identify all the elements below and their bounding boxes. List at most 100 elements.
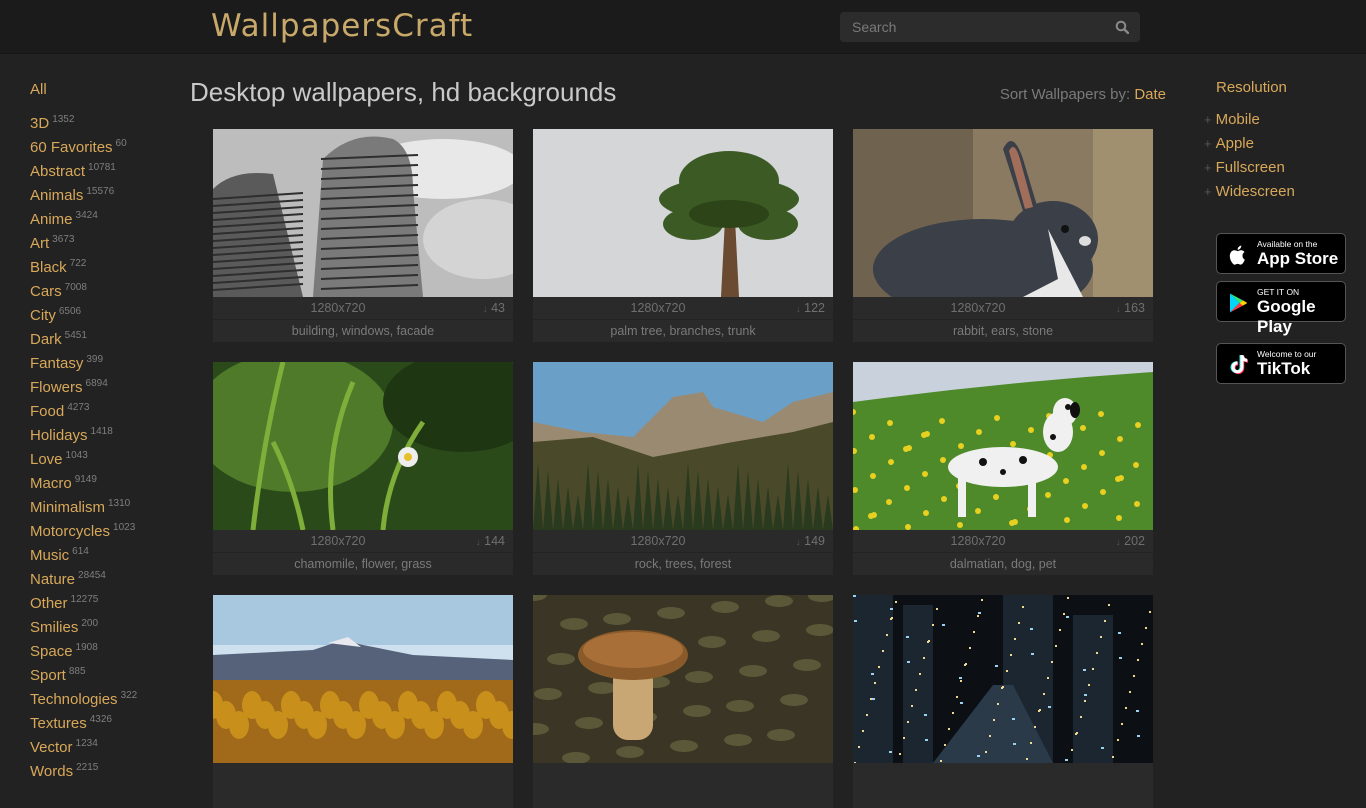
site-logo[interactable]: WallpapersCraft	[211, 6, 473, 46]
category-link-minimalism[interactable]: Minimalism 1310	[30, 492, 180, 516]
wallpaper-card[interactable]: 1280x720 ↓ 149 rock, trees, forest	[533, 362, 833, 575]
wallpaper-thumbnail-autumn[interactable]	[213, 595, 513, 763]
app-store-big-text: App Store	[1257, 249, 1339, 268]
wallpaper-card[interactable]: 1280x720 ↓ 122 palm tree, branches, trunk	[533, 129, 833, 342]
category-link-flowers[interactable]: Flowers 6894	[30, 372, 180, 396]
category-link-macro[interactable]: Macro 9149	[30, 468, 180, 492]
wallpaper-tags[interactable]: rock, trees, forest	[533, 553, 833, 575]
category-link-dark[interactable]: Dark 5451	[30, 324, 180, 348]
resolution-link-widescreen[interactable]: + Widescreen	[1204, 180, 1354, 204]
wallpaper-thumbnail-building[interactable]	[213, 129, 513, 297]
category-link-anime[interactable]: Anime 3424	[30, 204, 180, 228]
resolution-link-fullscreen[interactable]: + Fullscreen	[1204, 156, 1354, 180]
category-link-all[interactable]: All	[30, 78, 180, 102]
category-link-love[interactable]: Love 1043	[30, 444, 180, 468]
category-link-sport[interactable]: Sport 885	[30, 660, 180, 684]
download-count-value: 202	[1124, 534, 1145, 548]
category-count: 1310	[108, 498, 131, 509]
category-name: Dark	[30, 331, 62, 348]
category-link-city[interactable]: City 6506	[30, 300, 180, 324]
wallpaper-card[interactable]: 1280x720 ↓ 163 rabbit, ears, stone	[853, 129, 1153, 342]
download-count-value: 122	[804, 301, 825, 315]
wallpaper-card[interactable]	[853, 595, 1153, 808]
sort-value-link[interactable]: Date	[1134, 86, 1166, 103]
wallpaper-card[interactable]: 1280x720 ↓ 43 building, windows, facade	[213, 129, 513, 342]
category-link-space[interactable]: Space 1908	[30, 636, 180, 660]
category-link-fantasy[interactable]: Fantasy 399	[30, 348, 180, 372]
category-count: 614	[72, 546, 89, 557]
category-link-textures[interactable]: Textures 4326	[30, 708, 180, 732]
category-count: 3673	[52, 234, 75, 245]
wallpaper-tags[interactable]: dalmatian, dog, pet	[853, 553, 1153, 575]
wallpaper-tags[interactable]: rabbit, ears, stone	[853, 320, 1153, 342]
wallpaper-card[interactable]: 1280x720 ↓ 202 dalmatian, dog, pet	[853, 362, 1153, 575]
resolution-link-apple[interactable]: + Apple	[1204, 132, 1354, 156]
wallpaper-card[interactable]	[213, 595, 513, 808]
download-count: ↓ 144	[476, 530, 505, 554]
category-link-nature[interactable]: Nature 28454	[30, 564, 180, 588]
category-link-smilies[interactable]: Smilies 200	[30, 612, 180, 636]
wallpaper-thumbnail-palm[interactable]	[533, 129, 833, 297]
header: WallpapersCraft	[0, 0, 1366, 54]
tiktok-big-text: TikTok	[1257, 359, 1311, 378]
app-store-button[interactable]: Available on the App Store	[1216, 233, 1346, 274]
category-link-cars[interactable]: Cars 7008	[30, 276, 180, 300]
wallpaper-info-row: 1280x720 ↓ 144	[213, 530, 513, 553]
category-link-motorcycles[interactable]: Motorcycles 1023	[30, 516, 180, 540]
category-link-art[interactable]: Art 3673	[30, 228, 180, 252]
category-count: 1352	[52, 114, 75, 125]
wallpaper-tags[interactable]: chamomile, flower, grass	[213, 553, 513, 575]
wallpaper-thumbnail-mushroom[interactable]	[533, 595, 833, 763]
wallpaper-info-row: 1280x720 ↓ 202	[853, 530, 1153, 553]
category-link-food[interactable]: Food 4273	[30, 396, 180, 420]
category-count: 885	[68, 666, 86, 677]
tiktok-button[interactable]: Welcome to our TikTok	[1216, 343, 1346, 384]
google-play-button[interactable]: GET IT ON Google Play	[1216, 281, 1346, 336]
resolution-link-label: Apple	[1215, 135, 1254, 152]
wallpaper-card[interactable]	[533, 595, 833, 808]
category-link-holidays[interactable]: Holidays 1418	[30, 420, 180, 444]
category-name: Cars	[30, 283, 62, 300]
page-title: Desktop wallpapers, hd backgrounds	[190, 77, 617, 107]
category-count: 1023	[113, 522, 136, 533]
category-link-black[interactable]: Black 722	[30, 252, 180, 276]
category-link-60-favorites[interactable]: 60 Favorites 60	[30, 132, 180, 156]
category-link-other[interactable]: Other 12275	[30, 588, 180, 612]
wallpaper-resolution: 1280x720	[310, 301, 366, 315]
resolution-link-label: Mobile	[1215, 111, 1260, 128]
category-name: Minimalism	[30, 499, 105, 516]
download-count: ↓ 163	[1116, 297, 1145, 321]
resolution-sidebar: Resolution + Mobile + Apple + Fullscreen + Wide…	[1204, 78, 1354, 204]
wallpaper-info-row: 1280x720 ↓ 43	[213, 297, 513, 320]
category-link-technologies[interactable]: Technologies 322	[30, 684, 180, 708]
category-count: 12275	[70, 594, 99, 605]
category-link-abstract[interactable]: Abstract 10781	[30, 156, 180, 180]
wallpaper-thumbnail-city[interactable]	[853, 595, 1153, 763]
wallpaper-thumbnail-dalmatian[interactable]	[853, 362, 1153, 530]
category-count: 1043	[65, 450, 88, 461]
wallpaper-card[interactable]: 1280x720 ↓ 144 chamomile, flower, grass	[213, 362, 513, 575]
category-link-music[interactable]: Music 614	[30, 540, 180, 564]
category-link-3d[interactable]: 3D 1352	[30, 108, 180, 132]
wallpaper-resolution: 1280x720	[630, 301, 686, 315]
download-icon: ↓	[1115, 304, 1121, 315]
wallpaper-tags[interactable]: palm tree, branches, trunk	[533, 320, 833, 342]
wallpaper-tags[interactable]: building, windows, facade	[213, 320, 513, 342]
category-name: Animals	[30, 187, 84, 204]
resolution-link-mobile[interactable]: + Mobile	[1204, 108, 1354, 132]
category-link-words[interactable]: Words 2215	[30, 756, 180, 780]
sort-control: Sort Wallpapers by: Date	[1000, 86, 1166, 104]
tiktok-small-text: Welcome to our	[1257, 349, 1317, 359]
wallpaper-thumbnail-forest[interactable]	[533, 362, 833, 530]
download-icon: ↓	[475, 537, 481, 548]
category-name: Space	[30, 643, 73, 660]
wallpaper-thumbnail-grass[interactable]	[213, 362, 513, 530]
wallpaper-thumbnail-rabbit[interactable]	[853, 129, 1153, 297]
category-count: 1234	[75, 738, 98, 749]
search-button[interactable]	[1104, 12, 1140, 42]
download-count: ↓ 122	[796, 297, 825, 321]
category-link-animals[interactable]: Animals 15576	[30, 180, 180, 204]
search-input[interactable]	[840, 12, 1102, 42]
resolution-link-label: Fullscreen	[1215, 159, 1285, 176]
category-link-vector[interactable]: Vector 1234	[30, 732, 180, 756]
